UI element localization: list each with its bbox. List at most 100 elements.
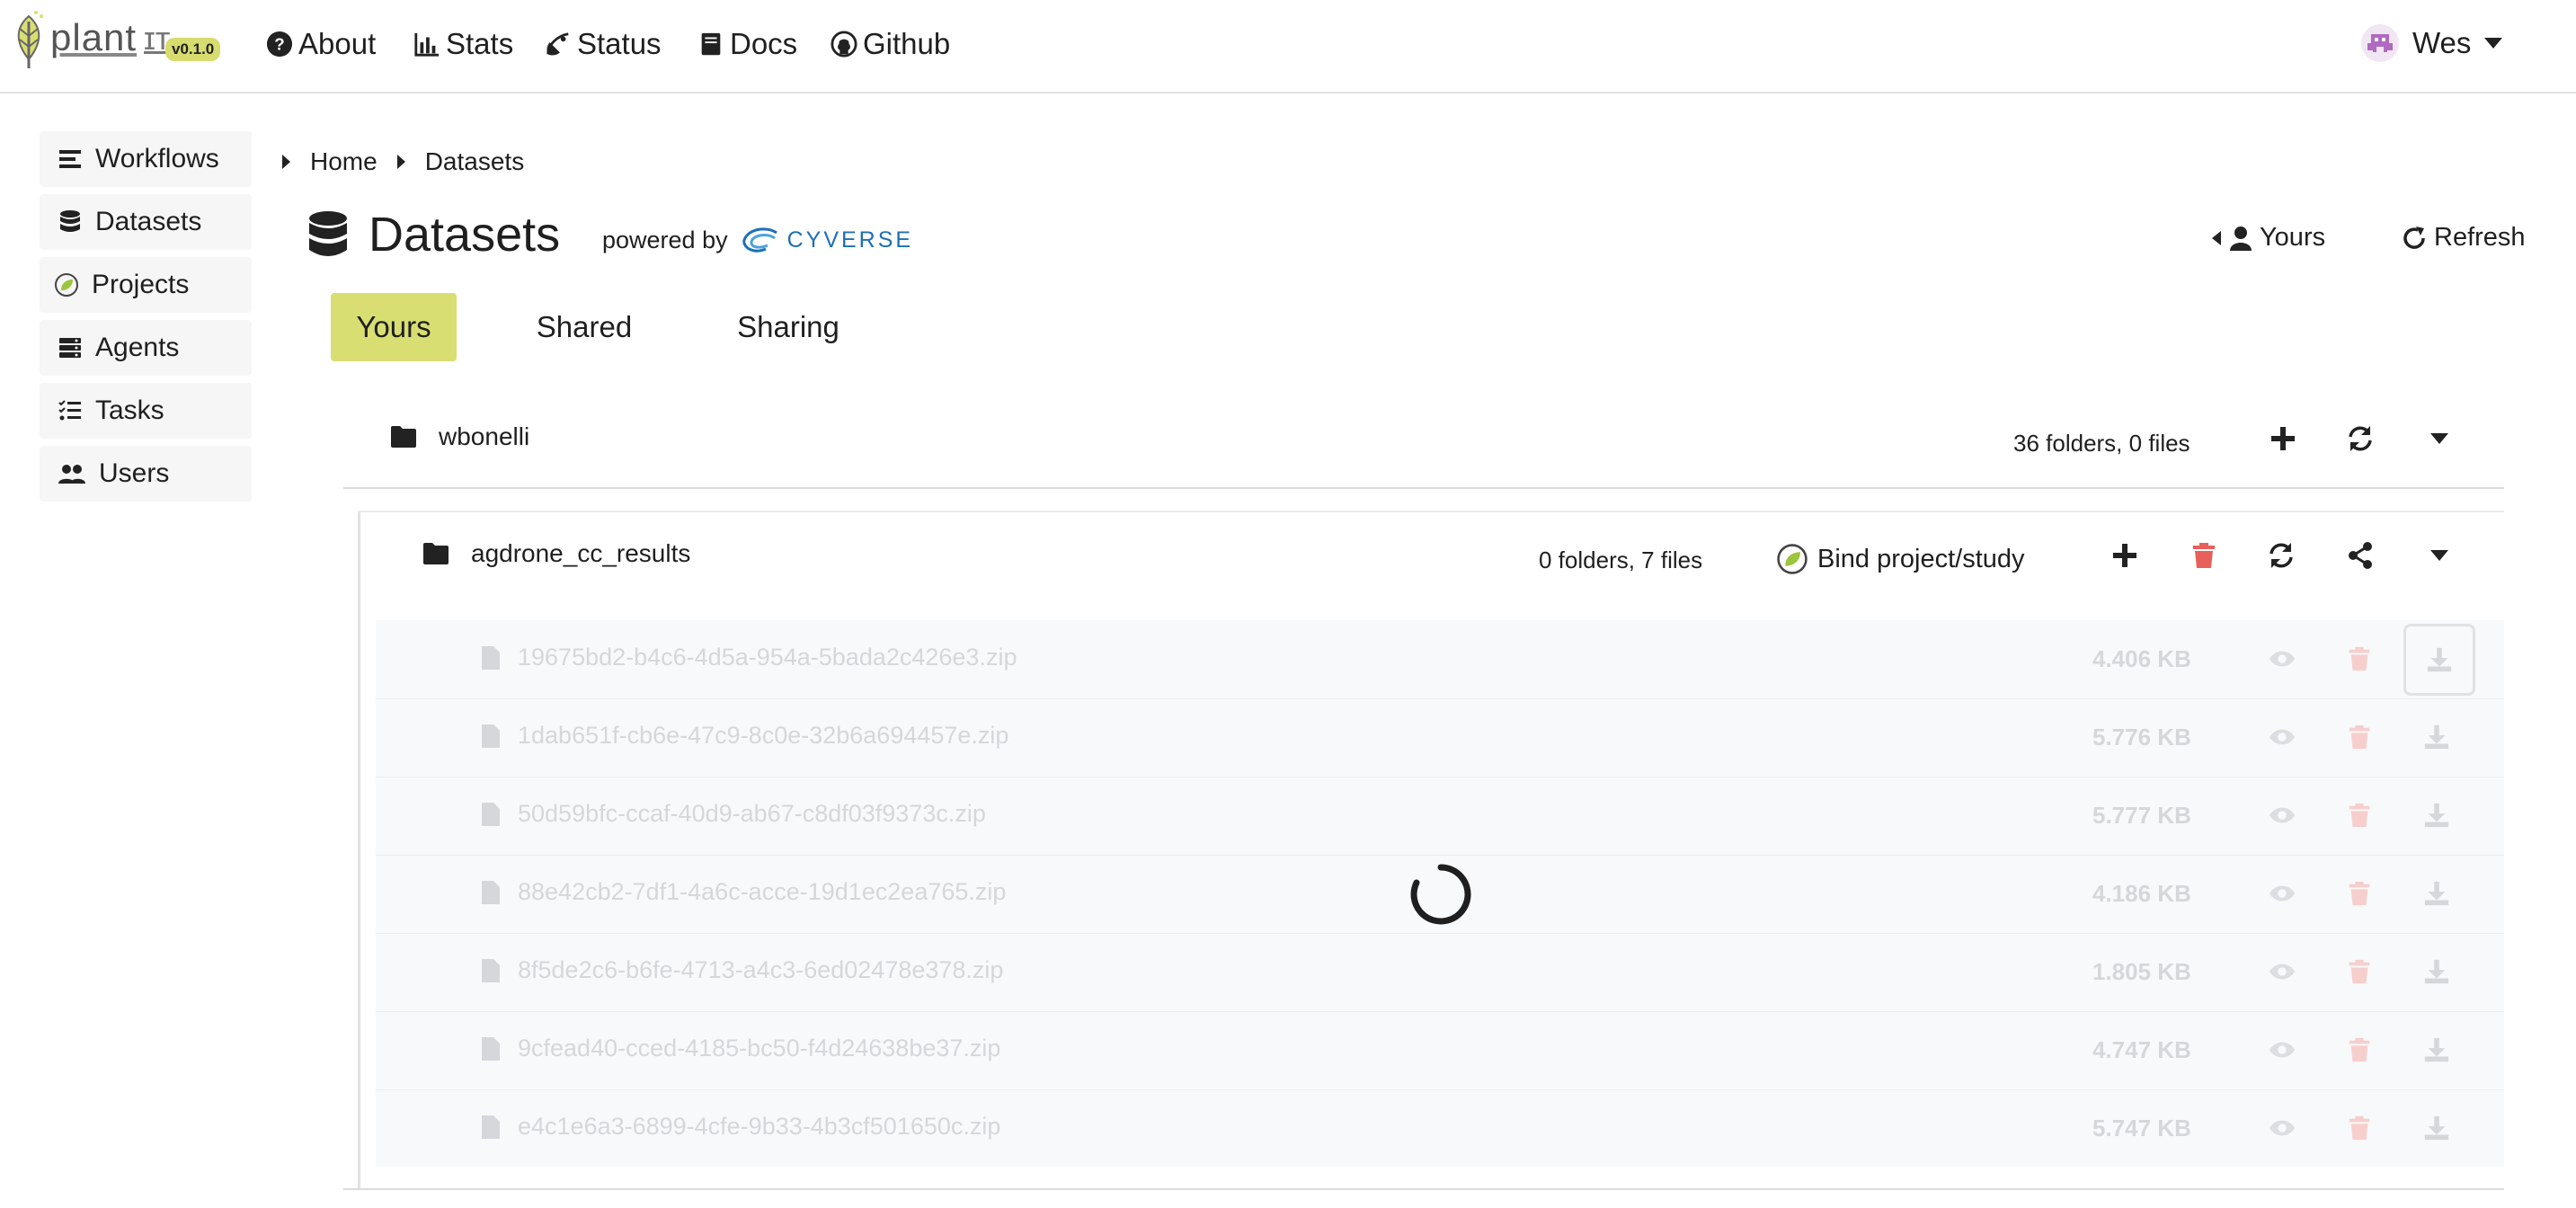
tab-yours[interactable]: Yours [331, 293, 457, 361]
nav-github-label: Github [863, 27, 951, 60]
user-icon [2230, 226, 2252, 251]
delete-file-button[interactable] [2337, 715, 2382, 759]
nav-about-link[interactable]: ? About [266, 23, 376, 65]
bind-project-button[interactable]: Bind project/study [1776, 543, 2025, 575]
sync-folder-button[interactable] [2339, 417, 2382, 460]
users-icon [58, 465, 85, 484]
delete-file-button[interactable] [2337, 793, 2382, 838]
download-file-button[interactable] [2414, 715, 2459, 759]
caret-left-icon [2212, 230, 2221, 245]
file-name-cell: 19675bd2-b4c6-4d5a-954a-5bada2c426e3.zip [482, 644, 1017, 671]
view-file-button[interactable] [2260, 1106, 2305, 1150]
file-name: 9cfead40-cced-4185-bc50-f4d24638be37.zip [518, 1035, 1001, 1061]
user-menu[interactable]: Wes [2360, 20, 2503, 67]
nav-stats-link[interactable]: Stats [413, 23, 513, 65]
file-size: 5.776 KB [2092, 724, 2191, 751]
refresh-button[interactable]: Refresh [2402, 223, 2526, 253]
sidebar-item-agents[interactable]: Agents [40, 320, 252, 376]
file-row[interactable]: e4c1e6a3-6899-4cfe-9b33-4b3cf501650c.zip… [376, 1089, 2504, 1168]
breadcrumb-datasets[interactable]: Datasets [425, 147, 525, 176]
upload-file-button[interactable] [2103, 534, 2146, 577]
trash-icon [2349, 803, 2370, 828]
sidebar-label-datasets: Datasets [95, 207, 202, 236]
sidebar-item-tasks[interactable]: Tasks [40, 383, 252, 439]
sync-subfolder-button[interactable] [2260, 534, 2303, 577]
sidebar-item-projects[interactable]: Projects [40, 257, 252, 313]
add-folder-button[interactable] [2261, 417, 2305, 460]
sidebar-label-projects: Projects [92, 270, 190, 299]
file-name: 88e42cb2-7df1-4a6c-acce-19d1ec2ea765.zip [518, 878, 1007, 905]
download-file-button[interactable] [2414, 793, 2459, 838]
view-file-button[interactable] [2260, 715, 2305, 759]
eye-icon [2269, 885, 2296, 902]
delete-file-button[interactable] [2337, 949, 2382, 994]
delete-file-button[interactable] [2337, 1027, 2382, 1072]
sub-folder-row[interactable]: agdrone_cc_results [422, 539, 690, 568]
file-row[interactable]: 19675bd2-b4c6-4d5a-954a-5bada2c426e3.zip… [376, 620, 2504, 699]
caret-down-icon [2484, 38, 2503, 49]
tasks-icon [58, 400, 81, 421]
tab-sharing[interactable]: Sharing [719, 293, 857, 361]
view-file-button[interactable] [2260, 636, 2305, 681]
file-size: 5.747 KB [2092, 1115, 2191, 1141]
sidebar-item-users[interactable]: Users [40, 446, 252, 502]
download-icon [2424, 1115, 2449, 1141]
view-file-button[interactable] [2260, 949, 2305, 994]
delete-file-button[interactable] [2337, 871, 2382, 916]
database-icon [309, 211, 347, 256]
file-row[interactable]: 1dab651f-cb6e-47c9-8c0e-32b6a694457e.zip… [376, 698, 2504, 777]
file-row[interactable]: 8f5de2c6-b6fe-4713-a4c3-6ed02478e378.zip… [376, 933, 2504, 1012]
nav-github-link[interactable]: Github [831, 23, 950, 65]
sidebar-item-datasets[interactable]: Datasets [40, 194, 252, 250]
bind-project-label: Bind project/study [1817, 544, 2025, 573]
share-icon [2349, 542, 2372, 569]
download-file-button[interactable] [2414, 1027, 2459, 1072]
bar-chart-icon [414, 32, 440, 57]
tab-shared-label: Shared [536, 310, 633, 343]
root-folder-row[interactable]: wbonelli [390, 422, 529, 451]
download-file-button[interactable] [2403, 624, 2475, 696]
file-row[interactable]: 50d59bfc-ccaf-40d9-ab67-c8df03f9373c.zip… [376, 777, 2504, 856]
download-file-button[interactable] [2414, 949, 2459, 994]
sidebar-item-workflows[interactable]: Workflows [40, 131, 252, 187]
download-icon [2424, 1037, 2449, 1062]
download-file-button[interactable] [2414, 871, 2459, 916]
trash-icon [2349, 959, 2370, 984]
yours-toggle-button[interactable]: Yours [2211, 223, 2325, 253]
file-row[interactable]: 9cfead40-cced-4185-bc50-f4d24638be37.zip… [376, 1011, 2504, 1090]
top-navbar: plant ɪᴛ v0.1.0 ? About Stats Status Doc… [0, 0, 2576, 93]
trash-icon [2349, 881, 2370, 906]
nav-docs-link[interactable]: Docs [697, 23, 797, 65]
nav-status-link[interactable]: Status [545, 23, 662, 65]
sub-folder-expand-button[interactable] [2418, 534, 2461, 577]
file-icon [482, 1115, 500, 1139]
folder-icon [423, 543, 449, 564]
view-file-button[interactable] [2260, 1027, 2305, 1072]
plant-logo-icon [17, 11, 43, 68]
file-size: 5.777 KB [2092, 802, 2191, 829]
page-title: Datasets [307, 207, 560, 262]
root-folder-summary: 36 folders, 0 files [2013, 430, 2190, 457]
file-icon [482, 880, 500, 904]
download-file-button[interactable] [2414, 1106, 2459, 1150]
nav-status-label: Status [577, 27, 662, 60]
download-icon [2424, 803, 2449, 828]
plantit-logo[interactable]: plant ɪᴛ v0.1.0 [7, 7, 223, 72]
delete-file-button[interactable] [2337, 636, 2382, 681]
tab-shared[interactable]: Shared [521, 293, 647, 361]
version-badge: v0.1.0 [165, 38, 221, 61]
nav-stats-label: Stats [446, 27, 514, 60]
breadcrumb-home[interactable]: Home [310, 147, 378, 176]
root-folder-expand-button[interactable] [2418, 417, 2461, 460]
breadcrumb: Home Datasets [282, 147, 524, 176]
share-folder-button[interactable] [2339, 534, 2382, 577]
view-file-button[interactable] [2260, 793, 2305, 838]
subfolder-left-border [358, 512, 360, 1188]
file-icon [482, 724, 500, 748]
view-file-button[interactable] [2260, 871, 2305, 916]
book-icon [701, 32, 721, 56]
sidebar-label-users: Users [99, 458, 170, 488]
file-size: 4.186 KB [2092, 880, 2191, 907]
delete-folder-button[interactable] [2182, 534, 2225, 577]
delete-file-button[interactable] [2337, 1106, 2382, 1150]
